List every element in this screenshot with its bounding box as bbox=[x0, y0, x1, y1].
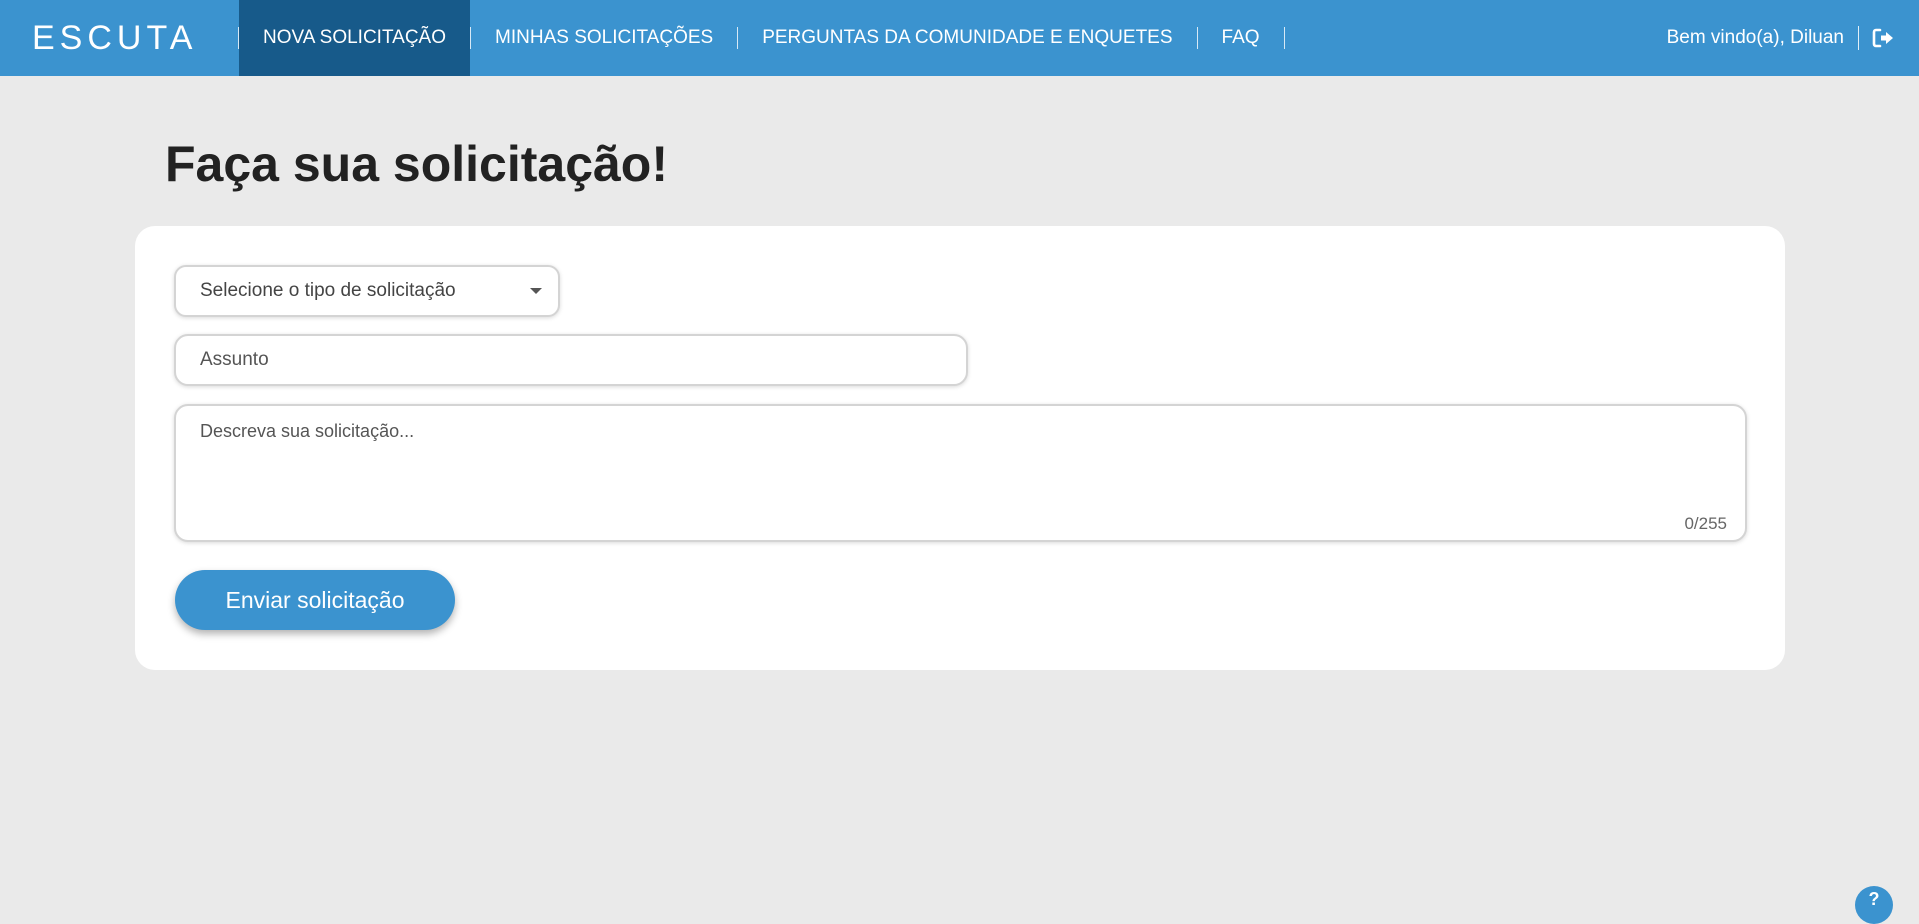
nav-item-minhas-solicitacoes[interactable]: MINHAS SOLICITAÇÕES bbox=[471, 0, 737, 76]
char-counter: 0/255 bbox=[1684, 514, 1727, 533]
request-type-select[interactable]: Selecione o tipo de solicitação bbox=[174, 265, 560, 317]
request-type-placeholder: Selecione o tipo de solicitação bbox=[200, 280, 456, 301]
welcome-text: Bem vindo(a), Diluan bbox=[1666, 27, 1844, 48]
caret-down-icon bbox=[530, 288, 542, 294]
escuta-logo[interactable]: ESCUTA bbox=[0, 0, 238, 76]
request-form-card: Selecione o tipo de solicitação 0/255 En… bbox=[135, 226, 1785, 670]
user-divider bbox=[1858, 26, 1859, 50]
submit-request-button[interactable]: Enviar solicitação bbox=[175, 570, 455, 630]
description-textarea[interactable] bbox=[176, 406, 1745, 540]
help-button[interactable]: ? bbox=[1855, 886, 1893, 924]
subject-input[interactable] bbox=[174, 334, 968, 386]
page-title: Faça sua solicitação! bbox=[165, 136, 669, 192]
description-field: 0/255 bbox=[174, 404, 1747, 542]
main-nav: NOVA SOLICITAÇÃO MINHAS SOLICITAÇÕES PER… bbox=[238, 0, 1285, 76]
nav-item-faq[interactable]: FAQ bbox=[1198, 0, 1284, 76]
logout-icon[interactable] bbox=[1871, 26, 1895, 50]
nav-divider bbox=[1283, 27, 1285, 49]
nav-item-perguntas-comunidade[interactable]: PERGUNTAS DA COMUNIDADE E ENQUETES bbox=[738, 0, 1196, 76]
top-navbar: ESCUTA NOVA SOLICITAÇÃO MINHAS SOLICITAÇ… bbox=[0, 0, 1919, 76]
user-area: Bem vindo(a), Diluan bbox=[1667, 0, 1919, 76]
nav-item-nova-solicitacao[interactable]: NOVA SOLICITAÇÃO bbox=[239, 0, 471, 76]
